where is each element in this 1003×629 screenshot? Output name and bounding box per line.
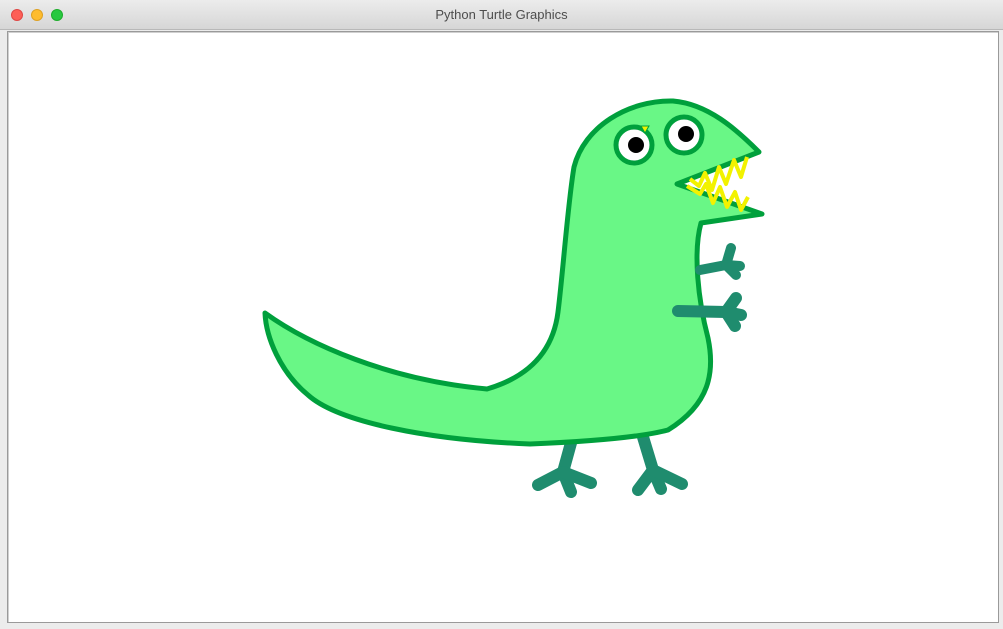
turtle-window: Python Turtle Graphics <box>0 0 1003 629</box>
window-title: Python Turtle Graphics <box>435 7 568 22</box>
left-eye <box>613 124 655 166</box>
dinosaur-drawing <box>262 98 765 498</box>
upper-arm <box>695 243 745 280</box>
right-eye <box>663 114 705 156</box>
title-bar[interactable]: Python Turtle Graphics <box>0 0 1003 30</box>
front-leg <box>632 431 688 496</box>
turtle-canvas[interactable] <box>7 31 999 623</box>
